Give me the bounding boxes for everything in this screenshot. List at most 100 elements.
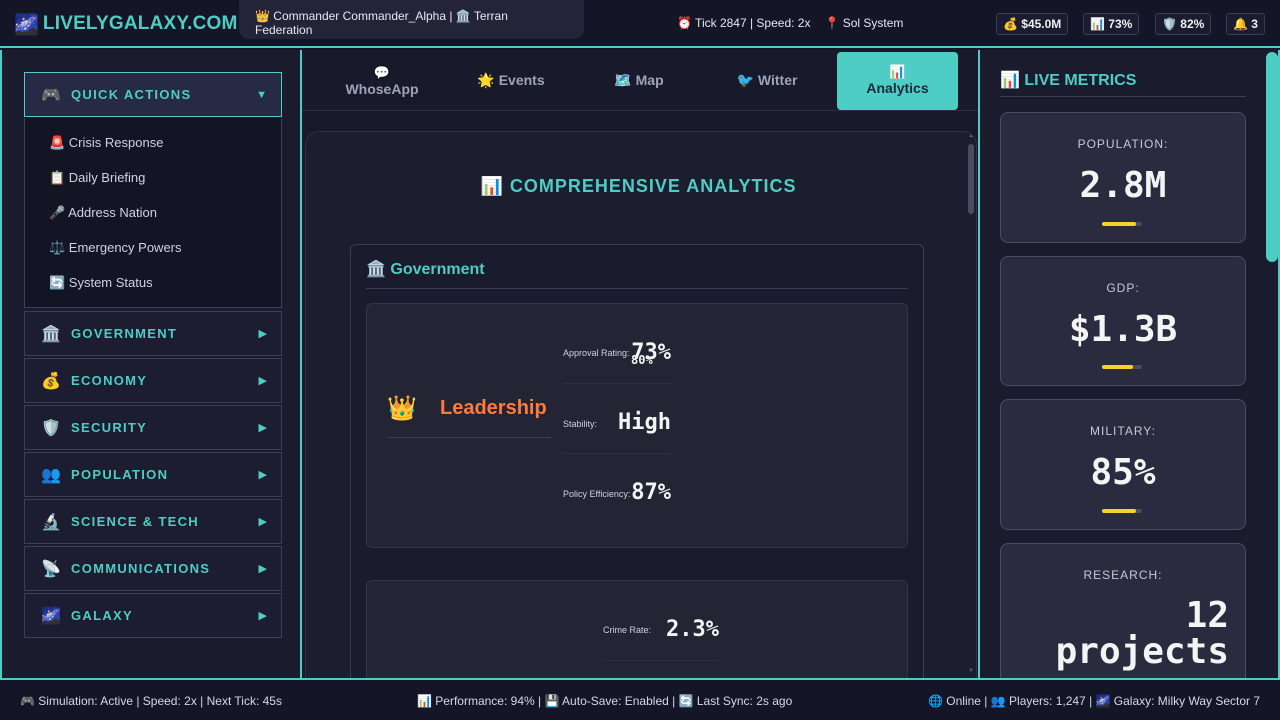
stat-approval-rating: Approval Rating: 80% 73% xyxy=(563,314,671,384)
notifications-button[interactable]: 🔔 3 xyxy=(1226,13,1265,35)
stat-label: Crime Rate: xyxy=(603,625,652,635)
sidebar-item-economy[interactable]: 💰 ECONOMY ▶ xyxy=(24,358,282,403)
quick-action-crisis-response[interactable]: 🚨 Crisis Response xyxy=(49,135,163,151)
menu-label: ECONOMY xyxy=(71,373,148,388)
leadership-title: Leadership xyxy=(440,397,547,419)
status-simulation: 🎮 Simulation: Active | Speed: 2x | Next … xyxy=(20,694,282,708)
metric-gdp: GDP: $1.3B xyxy=(1000,256,1246,386)
sidebar-item-science-tech[interactable]: 🔬 SCIENCE & TECH ▶ xyxy=(24,499,282,544)
metric-label: RESEARCH: xyxy=(1083,568,1163,582)
metric-label: MILITARY: xyxy=(1090,424,1156,438)
metrics-scrollbar[interactable] xyxy=(1266,52,1278,262)
scroll-thumb[interactable] xyxy=(968,144,974,214)
live-metrics-panel: 📊 LIVE METRICS POPULATION: 2.8M GDP: $1.… xyxy=(978,50,1280,678)
tab-label: Analytics xyxy=(866,80,929,96)
chevron-down-icon: ▼ xyxy=(256,88,267,101)
leadership-card: 👑 Leadership Approval Rating: 80% 73% St… xyxy=(366,303,908,548)
analytics-panel: 📊 COMPREHENSIVE ANALYTICS 🏛️ Government … xyxy=(305,131,977,681)
government-section: 🏛️ Government 👑 Leadership Approval Rati… xyxy=(350,244,924,680)
stat-crime-rate: Crime Rate: 2.3% xyxy=(603,591,719,661)
divider xyxy=(387,437,551,438)
tab-map[interactable]: 🗺️ Map xyxy=(580,52,698,110)
menu-label: GALAXY xyxy=(71,608,133,623)
live-metrics-title: 📊 LIVE METRICS xyxy=(1000,70,1246,97)
government-building-icon: 🏛️ xyxy=(41,325,61,343)
tab-events[interactable]: 🌟 Events xyxy=(452,52,570,110)
menu-label: QUICK ACTIONS xyxy=(71,87,192,102)
status-bar: 🎮 Simulation: Active | Speed: 2x | Next … xyxy=(0,678,1280,720)
menu-label: SCIENCE & TECH xyxy=(71,514,199,529)
tick-info: ⏰ Tick 2847 | Speed: 2x 📍 Sol System xyxy=(677,16,903,30)
metric-population: POPULATION: 2.8M xyxy=(1000,112,1246,243)
metric-value: 2.8M xyxy=(1079,165,1167,206)
sidebar-item-galaxy[interactable]: 🌌 GALAXY ▶ xyxy=(24,593,282,638)
stat-policy-efficiency: Policy Efficiency: 87% xyxy=(563,454,671,524)
quick-actions-header[interactable]: 🎮 QUICK ACTIONS ▼ xyxy=(24,72,282,117)
sidebar-item-population[interactable]: 👥 POPULATION ▶ xyxy=(24,452,282,497)
menu-label: COMMUNICATIONS xyxy=(71,561,211,576)
satellite-dish-icon: 📡 xyxy=(41,560,61,578)
sidebar-item-government[interactable]: 🏛️ GOVERNMENT ▶ xyxy=(24,311,282,356)
quick-action-emergency-powers[interactable]: ⚖️ Emergency Powers xyxy=(49,240,182,256)
tab-label: WhoseApp xyxy=(345,81,419,97)
resource-treasury[interactable]: 💰 $45.0M xyxy=(996,13,1069,35)
people-icon: 👥 xyxy=(41,466,61,484)
stat-label: Approval Rating: xyxy=(563,348,630,358)
status-performance: 📊 Performance: 94% | 💾 Auto-Save: Enable… xyxy=(417,694,793,708)
metric-bar xyxy=(1102,365,1142,369)
metric-label: GDP: xyxy=(1106,281,1140,295)
quick-action-address-nation[interactable]: 🎤 Address Nation xyxy=(49,205,157,221)
chevron-right-icon: ▶ xyxy=(258,328,267,340)
metric-research: RESEARCH: 12 projects xyxy=(1000,543,1246,678)
chevron-right-icon: ▶ xyxy=(258,422,267,434)
chevron-right-icon: ▶ xyxy=(258,610,267,622)
security-card: Crime Rate: 2.3% xyxy=(366,580,908,680)
resource-approval[interactable]: 📊 73% xyxy=(1083,13,1140,35)
main-content: 💬 WhoseApp 🌟 Events 🗺️ Map 🐦 Witter 📊 An… xyxy=(302,50,978,681)
chevron-right-icon: ▶ xyxy=(258,375,267,387)
galaxy-icon: 🌌 xyxy=(14,13,39,36)
scroll-down-icon[interactable]: ▼ xyxy=(968,668,974,674)
scroll-up-icon[interactable]: ▲ xyxy=(968,133,974,139)
stat-value: 2.3% xyxy=(666,617,719,642)
stat-stability: Stability: High xyxy=(563,384,671,454)
quick-action-system-status[interactable]: 🔄 System Status xyxy=(49,275,153,291)
section-heading: 🏛️ Government xyxy=(366,259,908,289)
status-online: 🌐 Online | 👥 Players: 1,247 | 🌌 Galaxy: … xyxy=(928,694,1261,708)
menu-label: POPULATION xyxy=(71,467,169,482)
metric-bar-fill xyxy=(1102,509,1136,513)
gamepad-icon: 🎮 xyxy=(41,86,61,104)
metric-label: POPULATION: xyxy=(1077,137,1169,151)
logo[interactable]: 🌌 LIVELYGALAXY.COM xyxy=(14,11,238,37)
player-info: 👑 Commander Commander_Alpha | 🏛️ Terran … xyxy=(239,0,584,39)
chart-icon: 📊 xyxy=(889,64,906,79)
tick-speed: ⏰ Tick 2847 | Speed: 2x xyxy=(677,16,811,30)
chevron-right-icon: ▶ xyxy=(258,469,267,481)
microscope-icon: 🔬 xyxy=(41,513,61,531)
galaxy-icon: 🌌 xyxy=(41,607,61,625)
tab-whoseapp[interactable]: 💬 WhoseApp xyxy=(322,52,442,110)
stat-label: Stability: xyxy=(563,419,598,429)
metric-value: 12 projects xyxy=(1055,595,1229,672)
top-bar: 🌌 LIVELYGALAXY.COM 👑 Commander Commander… xyxy=(0,0,1280,48)
money-bag-icon: 💰 xyxy=(41,372,61,390)
panel-scrollbar[interactable]: ▲ ▼ xyxy=(966,132,976,680)
shield-icon: 🛡️ xyxy=(41,419,61,437)
tab-witter[interactable]: 🐦 Witter xyxy=(708,52,826,110)
metric-bar-fill xyxy=(1102,365,1134,369)
metric-bar xyxy=(1102,509,1142,513)
location: 📍 Sol System xyxy=(824,16,904,30)
crown-icon: 👑 xyxy=(387,395,417,422)
tab-analytics[interactable]: 📊 Analytics xyxy=(837,52,958,110)
logo-text: LIVELYGALAXY.COM xyxy=(42,13,238,34)
sidebar-item-security[interactable]: 🛡️ SECURITY ▶ xyxy=(24,405,282,450)
quick-actions-menu: 🚨 Crisis Response 📋 Daily Briefing 🎤 Add… xyxy=(24,118,282,308)
sidebar-item-communications[interactable]: 📡 COMMUNICATIONS ▶ xyxy=(24,546,282,591)
resource-security[interactable]: 🛡️ 82% xyxy=(1155,13,1212,35)
stat-value: 73% xyxy=(631,340,671,365)
chevron-right-icon: ▶ xyxy=(258,516,267,528)
speech-bubble-icon: 💬 xyxy=(373,65,391,80)
page-title: 📊 COMPREHENSIVE ANALYTICS xyxy=(480,176,797,196)
quick-action-daily-briefing[interactable]: 📋 Daily Briefing xyxy=(49,170,145,186)
stat-value: High xyxy=(618,410,671,435)
